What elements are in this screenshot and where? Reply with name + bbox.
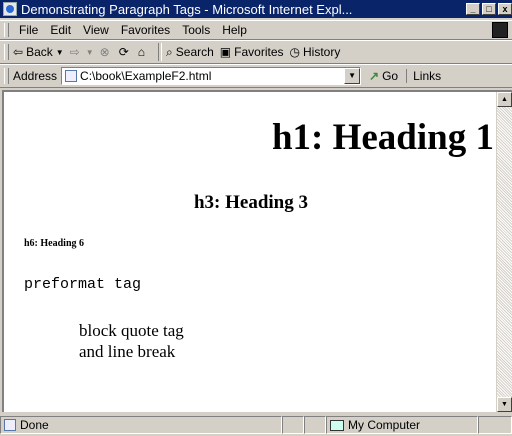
history-button[interactable]: ◷ History bbox=[290, 45, 341, 59]
block-quote-line-2: and line break bbox=[79, 342, 176, 361]
links-button[interactable]: Links bbox=[406, 69, 441, 83]
status-bar: Done My Computer bbox=[0, 414, 512, 436]
window-title: Demonstrating Paragraph Tags - Microsoft… bbox=[21, 1, 353, 17]
title-bar: Demonstrating Paragraph Tags - Microsoft… bbox=[0, 0, 512, 18]
zone-pane: My Computer bbox=[326, 416, 478, 434]
history-label: History bbox=[302, 45, 341, 59]
address-bar: Address C:\book\ExampleF2.html ▼ ↗ Go Li… bbox=[0, 64, 512, 88]
scroll-down-icon[interactable]: ▼ bbox=[497, 397, 512, 412]
stop-button[interactable]: ⊗ bbox=[100, 45, 113, 59]
standard-toolbar: ⇦ Back ▼ ⇨ ▼ ⊗ ⟳ ⌂ ⌕ Search ▣ Favorites … bbox=[0, 40, 512, 64]
back-arrow-icon: ⇦ bbox=[13, 45, 24, 59]
forward-button[interactable]: ⇨ ▼ bbox=[70, 45, 94, 59]
maximize-button[interactable]: □ bbox=[482, 3, 496, 15]
favorites-button[interactable]: ▣ Favorites bbox=[220, 45, 284, 59]
zone-text: My Computer bbox=[348, 418, 421, 432]
scroll-up-icon[interactable]: ▲ bbox=[497, 92, 512, 107]
block-quote: block quote tag and line break bbox=[79, 320, 184, 362]
ie-app-icon[interactable] bbox=[3, 2, 17, 16]
heading-6: h6: Heading 6 bbox=[24, 238, 85, 249]
minimize-button[interactable]: _ bbox=[466, 3, 480, 15]
search-icon: ⌕ bbox=[166, 44, 173, 59]
toolbar-grip[interactable] bbox=[4, 44, 9, 60]
menu-help[interactable]: Help bbox=[222, 23, 247, 37]
forward-arrow-icon: ⇨ bbox=[69, 45, 80, 59]
menu-view[interactable]: View bbox=[83, 23, 109, 37]
favorites-icon: ▣ bbox=[219, 45, 232, 59]
status-pane-empty-1 bbox=[282, 416, 304, 434]
home-icon: ⌂ bbox=[137, 45, 146, 59]
status-pane-empty-2 bbox=[304, 416, 326, 434]
page-content: h1: Heading 1 h3: Heading 3 h6: Heading … bbox=[4, 92, 498, 412]
history-icon: ◷ bbox=[289, 45, 300, 59]
my-computer-icon bbox=[330, 419, 344, 431]
browser-viewport: h1: Heading 1 h3: Heading 3 h6: Heading … bbox=[2, 90, 512, 412]
page-icon bbox=[65, 70, 78, 82]
menu-tools[interactable]: Tools bbox=[182, 23, 210, 37]
address-value[interactable]: C:\book\ExampleF2.html bbox=[80, 69, 211, 83]
go-button[interactable]: ↗ Go bbox=[369, 69, 398, 83]
refresh-button[interactable]: ⟳ bbox=[119, 45, 132, 59]
menu-bar: File Edit View Favorites Tools Help bbox=[0, 20, 512, 40]
favorites-label: Favorites bbox=[234, 45, 284, 59]
refresh-icon: ⟳ bbox=[118, 45, 129, 59]
stop-icon: ⊗ bbox=[99, 45, 110, 59]
address-grip[interactable] bbox=[4, 68, 9, 84]
address-label: Address bbox=[13, 69, 58, 83]
vertical-scrollbar[interactable]: ▲ ▼ bbox=[496, 92, 512, 412]
home-button[interactable]: ⌂ bbox=[138, 45, 148, 59]
heading-1: h1: Heading 1 bbox=[271, 117, 494, 158]
address-input[interactable]: C:\book\ExampleF2.html ▼ bbox=[61, 67, 362, 85]
address-dropdown-icon[interactable]: ▼ bbox=[344, 68, 361, 84]
windows-logo-icon bbox=[492, 22, 508, 38]
back-label: Back bbox=[26, 45, 53, 59]
go-arrow-icon: ↗ bbox=[369, 69, 380, 83]
status-text: Done bbox=[20, 418, 49, 432]
back-dropdown-icon[interactable]: ▼ bbox=[56, 48, 64, 57]
close-button[interactable]: x bbox=[498, 3, 512, 15]
go-label: Go bbox=[382, 69, 399, 83]
menu-grip[interactable] bbox=[4, 23, 9, 37]
menu-edit[interactable]: Edit bbox=[50, 23, 71, 37]
preformatted-text: preformat tag bbox=[24, 276, 142, 293]
back-button[interactable]: ⇦ Back ▼ bbox=[13, 45, 64, 59]
page-done-icon bbox=[4, 419, 16, 431]
status-pane: Done bbox=[0, 416, 282, 434]
menu-favorites[interactable]: Favorites bbox=[121, 23, 170, 37]
status-pane-resize[interactable] bbox=[478, 416, 512, 434]
search-button[interactable]: ⌕ Search bbox=[166, 45, 214, 60]
toolbar-separator bbox=[158, 43, 163, 61]
forward-dropdown-icon[interactable]: ▼ bbox=[86, 48, 94, 57]
menu-file[interactable]: File bbox=[19, 23, 38, 37]
block-quote-line-1: block quote tag bbox=[79, 321, 184, 340]
heading-3: h3: Heading 3 bbox=[193, 192, 309, 213]
search-label: Search bbox=[175, 45, 214, 59]
scroll-track[interactable] bbox=[497, 107, 512, 397]
